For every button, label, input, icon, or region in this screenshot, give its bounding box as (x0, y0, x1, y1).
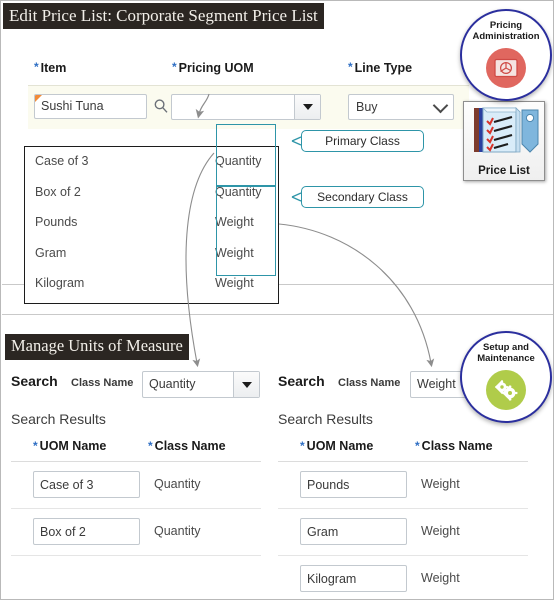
callout-primary-class: Primary Class (301, 130, 424, 152)
table-header-row: * UOM Name * Class Name (11, 435, 261, 462)
uom-class: Weight (215, 276, 254, 290)
uom-name-input[interactable]: Kilogram (300, 565, 407, 592)
uom-name: Kilogram (35, 276, 85, 290)
column-header-class-name: * Class Name (148, 439, 226, 453)
search-label-right: Search (278, 373, 325, 389)
clipboard-tag-icon (474, 107, 539, 153)
required-star-icon: * (148, 439, 153, 453)
price-list-icon-tile[interactable]: Price List (463, 101, 545, 181)
column-header-uom-name: * UOM Name (300, 439, 373, 453)
pricing-uom-dropdown-button[interactable] (294, 95, 320, 119)
uom-name-input[interactable]: Case of 3 (33, 471, 140, 498)
form-label-row: * Item * Pricing UOM * Line Type (28, 54, 458, 80)
table-row[interactable]: Gram Weight (278, 509, 528, 556)
page-title-edit-price-list: Edit Price List: Corporate Segment Price… (3, 3, 324, 29)
list-item[interactable]: Kilogram Weight (25, 269, 278, 300)
uom-name-input[interactable]: Gram (300, 518, 407, 545)
caret-down-icon (302, 104, 313, 110)
uom-class: Weight (215, 245, 254, 260)
chevron-down-icon (432, 97, 449, 114)
pricing-icon (486, 48, 526, 88)
search-results-label-left: Search Results (11, 411, 106, 427)
list-item[interactable]: Pounds Weight (25, 208, 278, 239)
pricing-administration-label: Pricing Administration (472, 20, 540, 42)
pricing-administration-badge: Pricing Administration (460, 9, 552, 101)
table-row[interactable]: Case of 3 Quantity (11, 462, 261, 509)
screenshot-root: * Item * Pricing UOM * Line Type Sushi Tuna… (0, 0, 554, 600)
label-item: * Item (34, 60, 66, 75)
uom-name: Box of 2 (35, 184, 81, 199)
class-name-value: Quantity (154, 524, 201, 538)
required-star-icon: * (300, 439, 305, 453)
column-header-class-name-text: Class Name (154, 439, 226, 453)
search-label-left: Search (11, 373, 58, 389)
uom-class: Quantity (215, 154, 262, 168)
label-line-type-text: Line Type (354, 61, 413, 75)
class-name-dropdown-button-left[interactable] (233, 372, 259, 397)
class-name-value: Quantity (154, 477, 201, 491)
class-name-label-right: Class Name (338, 377, 401, 389)
list-item[interactable]: Box of 2 Quantity (25, 178, 278, 209)
required-star-icon: * (33, 439, 38, 453)
class-name-lov-left[interactable]: Quantity (142, 371, 260, 398)
class-name-input-left[interactable]: Quantity (143, 372, 233, 397)
column-header-uom-name: * UOM Name (33, 439, 106, 453)
class-name-value: Weight (421, 524, 460, 538)
pricing-uom-lov[interactable] (171, 94, 321, 120)
uom-name-input[interactable]: Pounds (300, 471, 407, 498)
required-star-icon: * (34, 60, 39, 74)
table-row[interactable]: Pounds Weight (278, 462, 528, 509)
pricing-uom-input[interactable] (172, 95, 294, 119)
table-header-row: * UOM Name * Class Name (278, 435, 528, 462)
setup-and-maintenance-badge: Setup and Maintenance (460, 331, 552, 423)
line-type-select[interactable]: Buy (348, 94, 454, 120)
form-field-row: Sushi Tuna Buy (28, 85, 469, 129)
uom-class: Quantity (215, 184, 262, 199)
search-results-label-right: Search Results (278, 411, 373, 427)
column-header-uom-name-text: UOM Name (39, 439, 107, 453)
price-list-icon-label: Price List (478, 165, 530, 177)
required-star-icon: * (348, 60, 353, 74)
label-pricing-uom-text: Pricing UOM (178, 61, 254, 75)
column-header-class-name-text: Class Name (421, 439, 493, 453)
search-results-table-right: * UOM Name * Class Name Pounds Weight Gram… (278, 435, 528, 599)
label-pricing-uom: * Pricing UOM (172, 60, 254, 75)
item-input[interactable]: Sushi Tuna (34, 94, 147, 119)
uom-name: Gram (35, 245, 67, 260)
setup-and-maintenance-label: Setup and Maintenance (477, 342, 535, 364)
search-results-table-left: * UOM Name * Class Name Case of 3 Quantity… (11, 435, 261, 556)
label-item-text: Item (40, 61, 67, 75)
class-name-value: Weight (421, 477, 460, 491)
uom-name-input[interactable]: Box of 2 (33, 518, 140, 545)
table-row[interactable]: Kilogram Weight (278, 556, 528, 599)
label-line-type: * Line Type (348, 60, 412, 75)
class-name-label-left: Class Name (71, 377, 134, 389)
class-name-value: Weight (421, 571, 460, 585)
uom-class: Weight (215, 215, 254, 229)
list-item[interactable]: Gram Weight (25, 239, 278, 270)
page-title-manage-uom: Manage Units of Measure (5, 334, 189, 360)
column-header-uom-name-text: UOM Name (306, 439, 374, 453)
uom-suggestion-popup[interactable]: Case of 3 Quantity Box of 2 Quantity Pou… (24, 146, 279, 304)
list-item[interactable]: Case of 3 Quantity (25, 147, 278, 178)
gear-icon (486, 370, 526, 410)
required-star-icon: * (172, 60, 177, 74)
caret-down-icon (241, 381, 252, 388)
divider (2, 314, 553, 315)
required-star-icon: * (415, 439, 420, 453)
table-row[interactable]: Box of 2 Quantity (11, 509, 261, 556)
search-icon[interactable] (153, 98, 169, 114)
line-type-value: Buy (356, 100, 378, 114)
uom-name: Pounds (35, 215, 78, 229)
callout-secondary-class: Secondary Class (301, 186, 424, 208)
column-header-class-name: * Class Name (415, 439, 493, 453)
uom-name: Case of 3 (35, 154, 89, 168)
